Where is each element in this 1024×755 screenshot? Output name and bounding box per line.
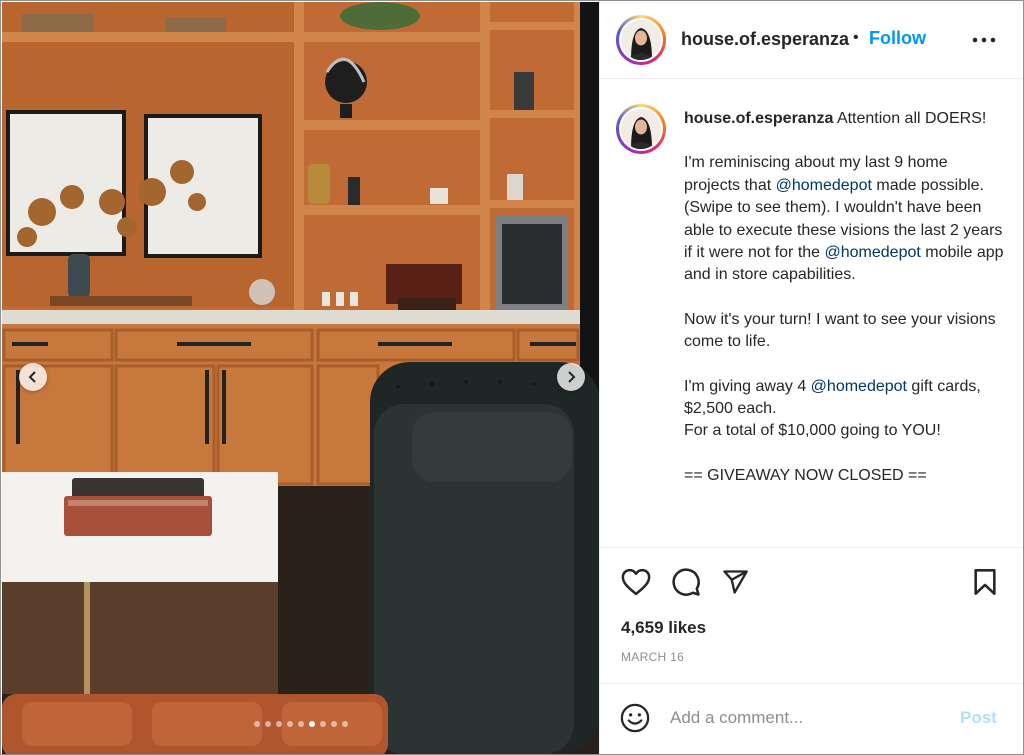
living-room-image [2, 2, 599, 754]
carousel-dot [297, 721, 304, 727]
comment-bar: Post [600, 683, 1023, 754]
caption-username[interactable]: house.of.esperanza [684, 110, 833, 127]
mention-link[interactable]: @homedepot [825, 244, 921, 261]
comment-bubble-icon[interactable] [671, 567, 701, 597]
mention-link[interactable]: @homedepot [811, 378, 907, 395]
carousel-dot [264, 721, 271, 727]
caption-area: house.of.esperanza Attention all DOERS! … [600, 80, 1023, 546]
carousel-prev-button[interactable] [19, 363, 47, 391]
share-send-icon[interactable] [721, 568, 749, 596]
carousel-dot [253, 721, 260, 727]
username-link[interactable]: house.of.esperanza [681, 29, 849, 50]
carousel-dot [341, 721, 348, 727]
carousel-dot [286, 721, 293, 727]
chevron-right-icon [568, 371, 576, 383]
comment-input[interactable] [670, 706, 940, 730]
post-comment-button[interactable]: Post [960, 708, 997, 728]
caption-paragraph: I'm giving away 4 [684, 377, 811, 395]
post-date: MARCH 16 [621, 650, 685, 664]
caption-paragraph: Now it's your turn! I want to see your v… [684, 310, 996, 351]
like-heart-icon[interactable] [621, 568, 651, 596]
carousel-dots [2, 721, 599, 727]
follow-button[interactable]: Follow [869, 28, 926, 49]
carousel-dot [319, 721, 326, 727]
caption-avatar[interactable] [616, 104, 666, 154]
save-bookmark-icon[interactable] [972, 568, 998, 596]
carousel-dot [308, 721, 315, 727]
post-sidebar: house.of.esperanza • Follow house.of.esp… [599, 2, 1023, 754]
likes-count[interactable]: 4,659 likes [621, 618, 706, 638]
carousel-dot [275, 721, 282, 727]
avatar[interactable] [616, 15, 666, 65]
more-options-icon[interactable] [970, 30, 998, 50]
profile-photo [621, 20, 661, 60]
carousel-next-button[interactable] [557, 363, 585, 391]
mention-link[interactable]: @homedepot [776, 177, 872, 194]
post-photo[interactable] [2, 2, 599, 754]
post-header: house.of.esperanza • Follow [600, 2, 1023, 79]
action-bar: 4,659 likes MARCH 16 [600, 547, 1023, 683]
caption-paragraph: == GIVEAWAY NOW CLOSED == [684, 466, 927, 484]
profile-photo [621, 109, 661, 149]
carousel-dot [330, 721, 337, 727]
separator-dot: • [853, 29, 859, 46]
post-window: house.of.esperanza • Follow house.of.esp… [0, 0, 1024, 755]
caption-paragraph: For a total of $10,000 going to YOU! [684, 422, 941, 440]
caption-line: Attention all DOERS! [833, 110, 987, 127]
caption-text: house.of.esperanza Attention all DOERS! … [684, 108, 1004, 487]
chevron-left-icon [28, 371, 36, 383]
emoji-icon[interactable] [620, 703, 650, 733]
